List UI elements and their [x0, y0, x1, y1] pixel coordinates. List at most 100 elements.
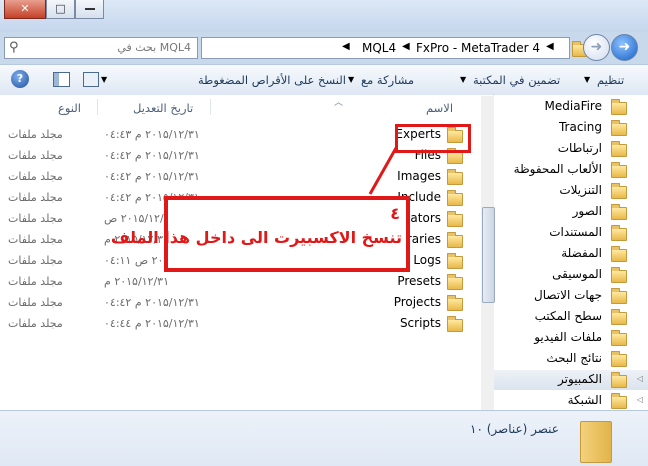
nav-item-label: MediaFire [544, 99, 602, 113]
contacts-icon [611, 288, 627, 304]
folder-icon [447, 274, 463, 290]
back-button[interactable]: ➜ [583, 34, 610, 61]
videos-icon [611, 330, 627, 346]
maximize-button[interactable]: □ [46, 0, 75, 19]
file-date: ۲۰۱۵/۱۲/۳۱ م ۰٤:٤٤ [104, 317, 200, 330]
favorites-icon [611, 246, 627, 262]
column-header-type[interactable]: النوع [58, 101, 81, 115]
nav-item[interactable]: Tracing [494, 118, 648, 138]
file-date: ۲۰۱۵/۱۲/۳۱ م ۰٤:٤۳ [104, 128, 200, 141]
file-type: مجلد ملفات [8, 128, 63, 141]
preview-pane-icon[interactable] [53, 72, 70, 87]
nav-item[interactable]: ارتباطات [494, 139, 648, 159]
nav-item[interactable]: سطح المكتب [494, 307, 648, 327]
file-name: Presets [397, 274, 441, 288]
column-header-date[interactable]: تاريخ التعديل [133, 101, 193, 115]
scrollbar-thumb[interactable] [482, 207, 495, 303]
links-icon [611, 141, 627, 157]
file-type: مجلد ملفات [8, 191, 63, 204]
nav-item[interactable]: الموسيقى [494, 265, 648, 285]
nav-item-label: جهات الاتصال [533, 288, 602, 302]
nav-item-label: التنزيلات [559, 183, 602, 197]
nav-item[interactable]: ملفات الفيديو [494, 328, 648, 348]
sort-arrow-icon: ︿ [334, 98, 344, 108]
expand-arrow-icon[interactable]: ◁ [637, 374, 643, 383]
pictures-icon [611, 204, 627, 220]
nav-item[interactable]: الشبكة ◁ [494, 391, 648, 411]
nav-item[interactable]: جهات الاتصال [494, 286, 648, 306]
nav-item-label: الصور [572, 204, 602, 218]
nav-item-label: المستندات [549, 225, 602, 239]
computer-icon [611, 372, 627, 388]
folder-icon [447, 253, 463, 269]
file-name: Images [397, 169, 441, 183]
nav-item[interactable]: المستندات [494, 223, 648, 243]
nav-item-label: الشبكة [567, 393, 602, 407]
nav-item-label: الكمبيوتر [558, 372, 602, 386]
address-bar[interactable]: ◀ MQL4 ◀ FxPro - MetaTrader 4 ◀ [201, 37, 570, 59]
organize-dropdown-icon: ▼ [584, 75, 591, 84]
details-pane: ۱۰ عنصر (عناصر) [0, 410, 648, 466]
file-row[interactable]: مجلد ملفات ۲۰۱۵/۱۲/۳۱ م Presets [0, 272, 480, 292]
path-segment-mql4[interactable]: MQL4 [362, 41, 396, 55]
file-date: ۲۰۱۵/۱۲/۳۱ م ۰٤:٤۲ [104, 170, 200, 183]
burn-button[interactable]: النسخ على الأقراص المضغوطة [198, 73, 346, 87]
file-row[interactable]: مجلد ملفات ۲۰۱۵/۱۲/۳۱ م ۰٤:٤٤ Scripts [0, 314, 480, 334]
file-type: مجلد ملفات [8, 317, 63, 330]
file-type: مجلد ملفات [8, 212, 63, 225]
file-row[interactable]: مجلد ملفات ۲۰۱۵/۱۲/۳۱ م ۰٤:٤۲ Images [0, 167, 480, 187]
view-options-icon[interactable] [83, 72, 99, 87]
forward-button[interactable]: ➜ [611, 34, 638, 61]
annotation-text: تنسخ الاكسبيرت الى داخل هذا الملف [110, 228, 402, 247]
search-input[interactable]: ⚲ بحث في MQL4 [4, 37, 198, 59]
nav-item[interactable]: الألعاب المحفوظة [494, 160, 648, 180]
annotation-callout: ٤ تنسخ الاكسبيرت الى داخل هذا الملف [111, 196, 410, 272]
nav-item-label: ارتباطات [557, 141, 602, 155]
music-icon [611, 267, 627, 283]
file-date: ۲۰۱۵/۱۲/۳۱ م [104, 275, 169, 288]
search-placeholder: بحث في MQL4 [117, 41, 191, 54]
view-dropdown-icon[interactable]: ▼ [101, 75, 107, 84]
help-button[interactable]: ? [11, 70, 29, 88]
nav-item[interactable]: MediaFire [494, 97, 648, 117]
path-separator-icon: ◀ [546, 41, 554, 52]
include-in-library-button[interactable]: تضمين في المكتبة [473, 73, 560, 87]
file-date: ۲۰۱۵/۱۲/۳۱ م ۰٤:٤۲ [104, 296, 200, 309]
navigation-pane: MediaFire Tracing ارتباطات الألعاب المحفوظة… [493, 95, 648, 410]
title-bar: ✕ □ [0, 0, 648, 32]
folder-icon [611, 99, 627, 115]
include-dropdown-icon: ▼ [460, 75, 467, 84]
share-with-button[interactable]: مشاركة مع [361, 73, 414, 87]
downloads-icon [611, 183, 627, 199]
nav-item-label: الموسيقى [552, 267, 602, 281]
folder-icon [447, 295, 463, 311]
nav-item-label: نتائج البحث [546, 351, 602, 365]
folder-icon [580, 421, 612, 463]
file-date: ۲۰۱۵/۱۲/۳۱ م ۰٤:٤۲ [104, 149, 200, 162]
file-type: مجلد ملفات [8, 275, 63, 288]
file-name: Logs [413, 253, 441, 267]
search-icon: ⚲ [9, 40, 19, 55]
organize-button[interactable]: تنظيم [597, 73, 624, 87]
file-type: مجلد ملفات [8, 233, 63, 246]
nav-item[interactable]: التنزيلات [494, 181, 648, 201]
nav-item[interactable]: الصور [494, 202, 648, 222]
file-row[interactable]: مجلد ملفات ۲۰۱۵/۱۲/۳۱ م ۰٤:٤۲ Projects [0, 293, 480, 313]
folder-icon [611, 120, 627, 136]
path-segment-metatrader[interactable]: FxPro - MetaTrader 4 [416, 41, 540, 55]
network-icon [611, 393, 627, 409]
nav-item[interactable]: نتائج البحث [494, 349, 648, 369]
experts-highlight-box [395, 124, 471, 153]
file-type: مجلد ملفات [8, 170, 63, 183]
column-header-name[interactable]: الاسم [426, 101, 453, 115]
nav-item[interactable]: المفضلة [494, 244, 648, 264]
nav-item[interactable]: الكمبيوتر ◁ [494, 370, 648, 390]
content-scrollbar[interactable] [481, 96, 495, 410]
minimize-button[interactable] [75, 0, 104, 19]
share-dropdown-icon: ▼ [348, 75, 355, 84]
nav-item-label: سطح المكتب [534, 309, 602, 323]
item-count: ۱۰ عنصر (عناصر) [470, 422, 559, 436]
expand-arrow-icon[interactable]: ◁ [637, 395, 643, 404]
close-button[interactable]: ✕ [4, 0, 46, 19]
nav-item-label: المفضلة [561, 246, 602, 260]
